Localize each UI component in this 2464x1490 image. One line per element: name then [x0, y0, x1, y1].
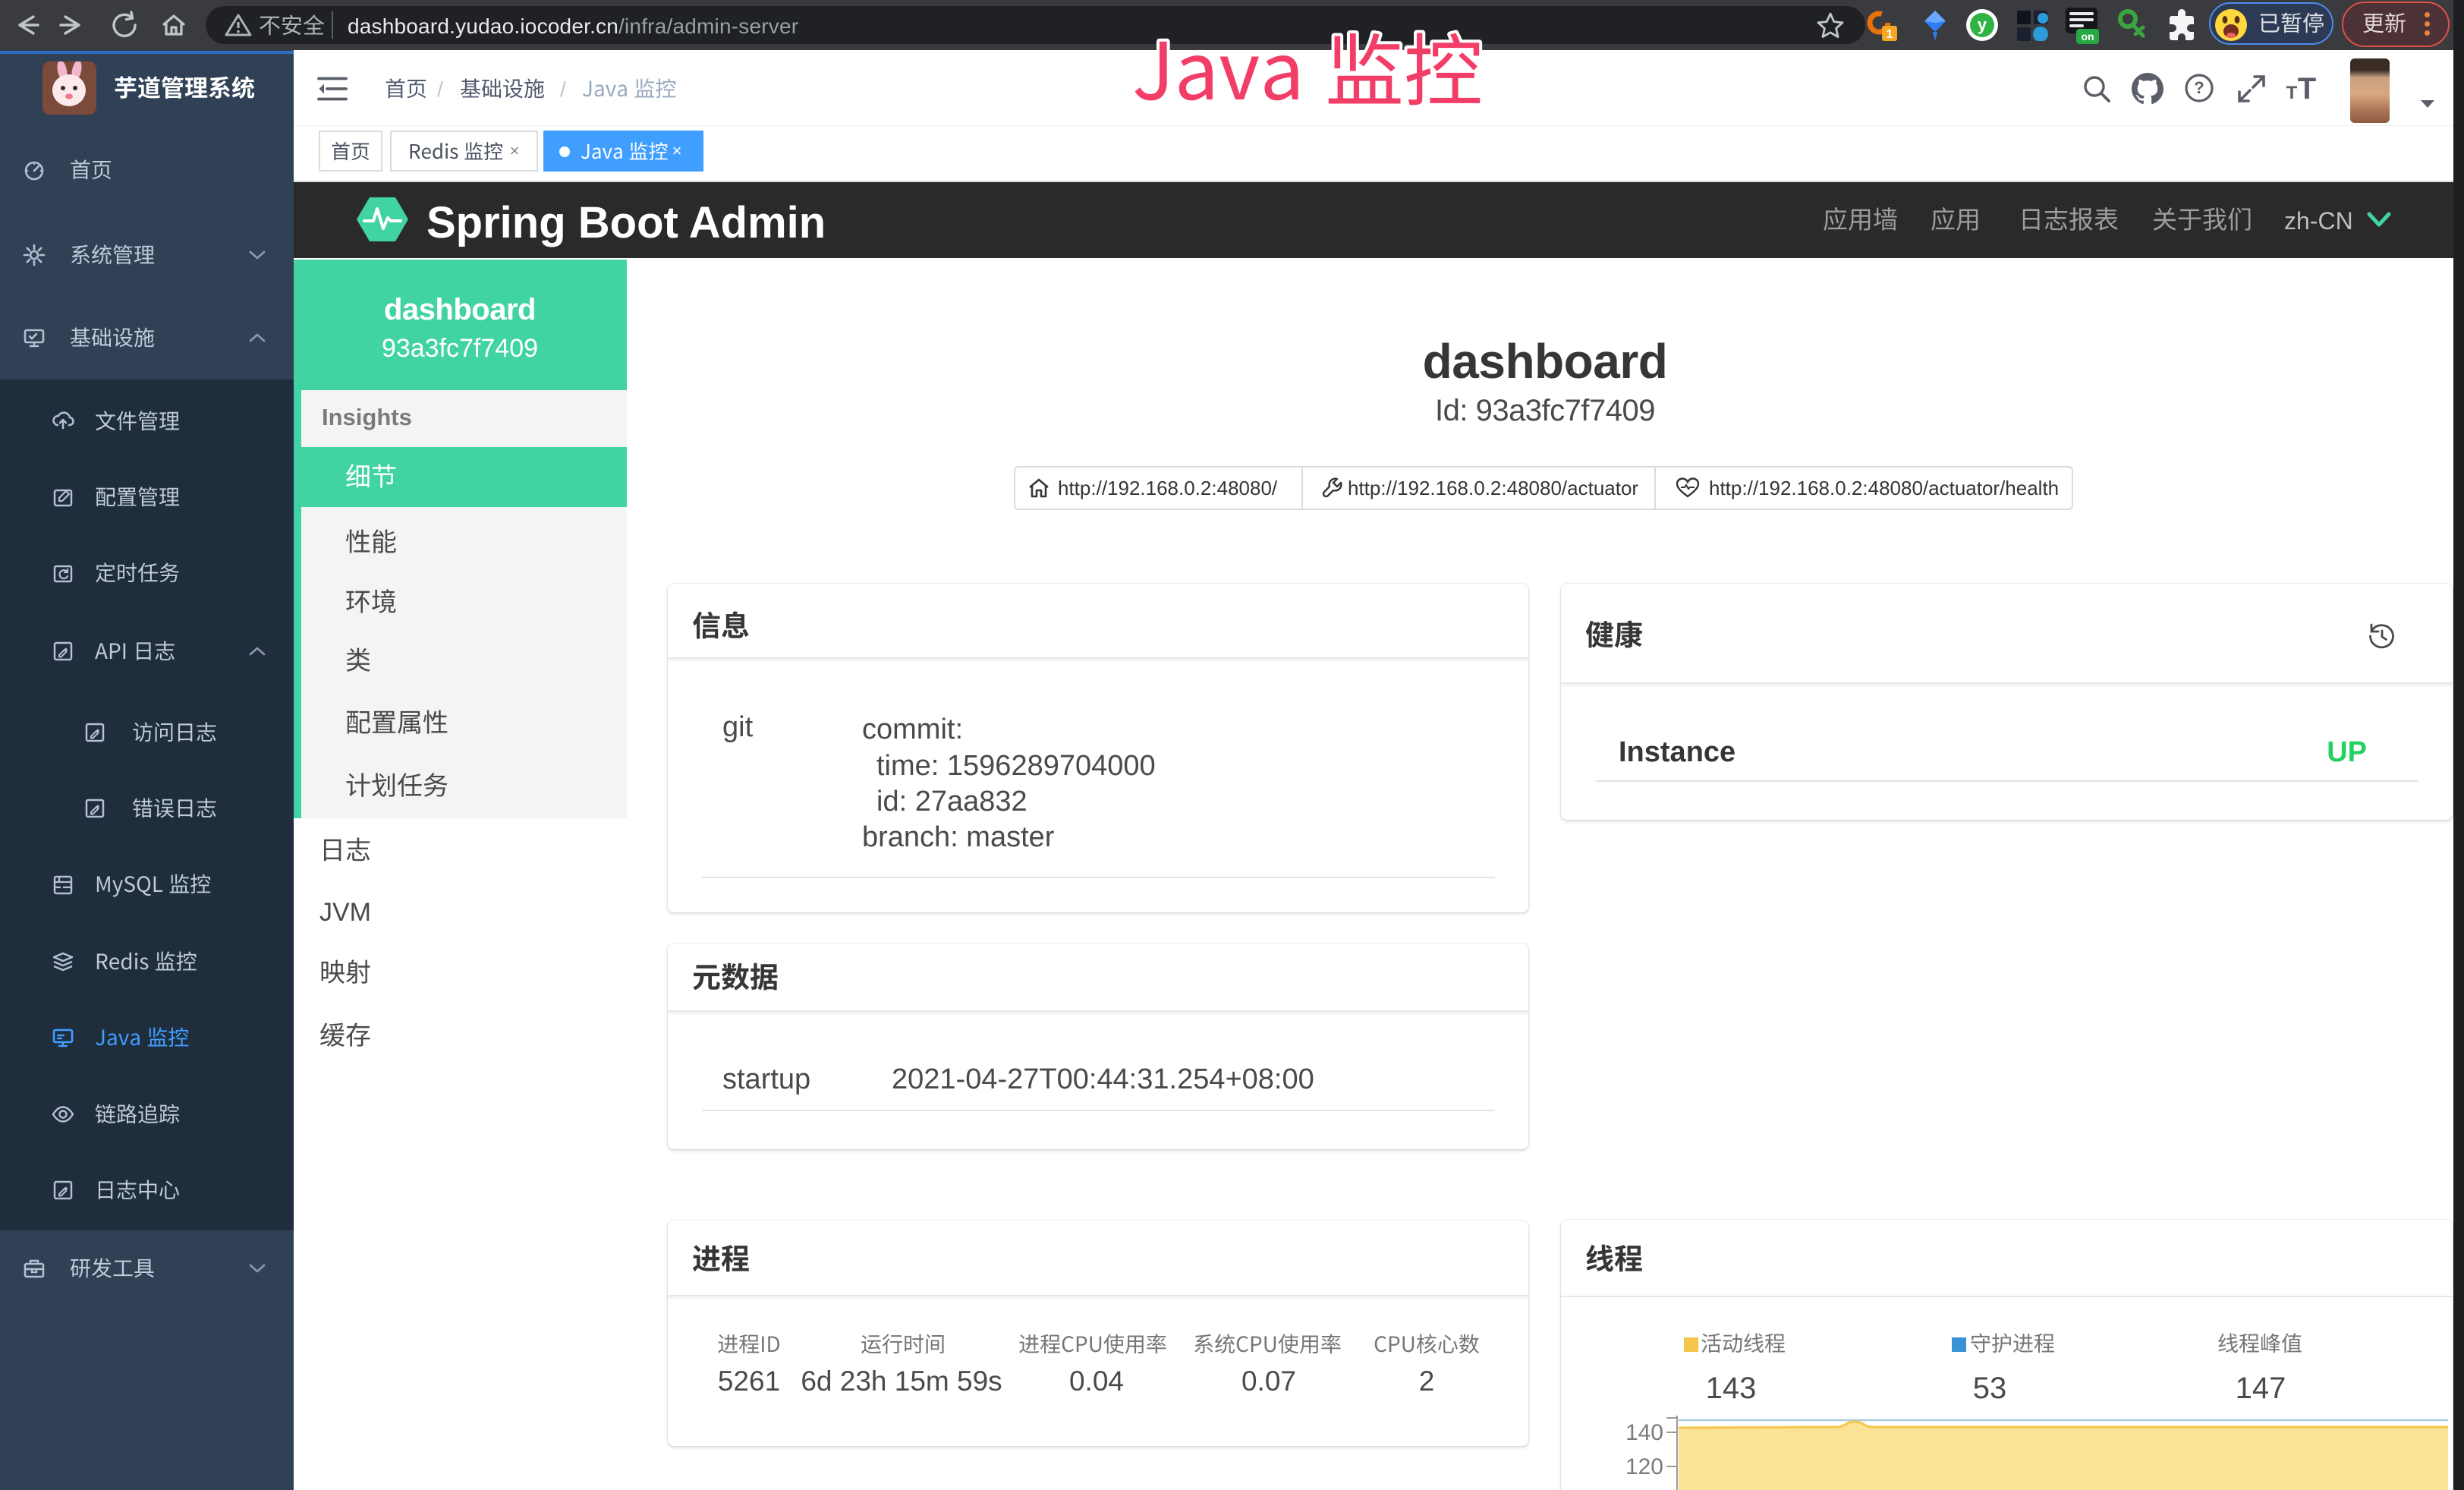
- svg-text:?: ?: [2194, 78, 2204, 97]
- svg-text:y: y: [1978, 15, 1987, 34]
- svg-text:1: 1: [1887, 28, 1893, 41]
- svg-text:T: T: [2298, 73, 2316, 105]
- svg-text:on: on: [2081, 30, 2094, 43]
- svg-text:T: T: [2286, 83, 2298, 103]
